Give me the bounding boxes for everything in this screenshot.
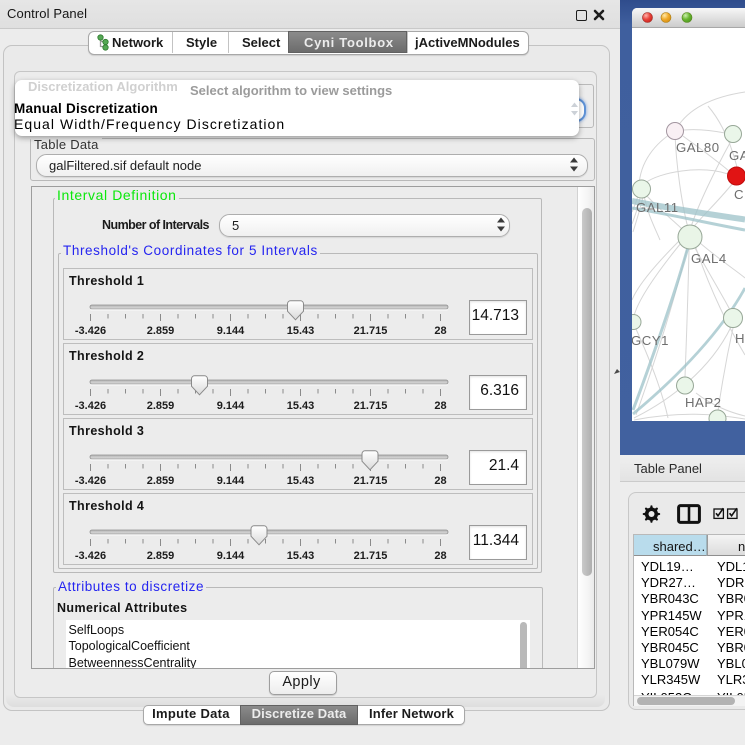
svg-text:GA: GA — [729, 148, 745, 163]
svg-text:C: C — [734, 187, 744, 202]
svg-text:GAL4: GAL4 — [691, 251, 727, 266]
svg-text:GCY1: GCY1 — [632, 333, 669, 348]
svg-text:H: H — [735, 331, 745, 346]
svg-text:GAL80: GAL80 — [676, 140, 720, 155]
svg-text:HAP2: HAP2 — [685, 395, 721, 410]
svg-text:GAL11: GAL11 — [636, 200, 679, 215]
